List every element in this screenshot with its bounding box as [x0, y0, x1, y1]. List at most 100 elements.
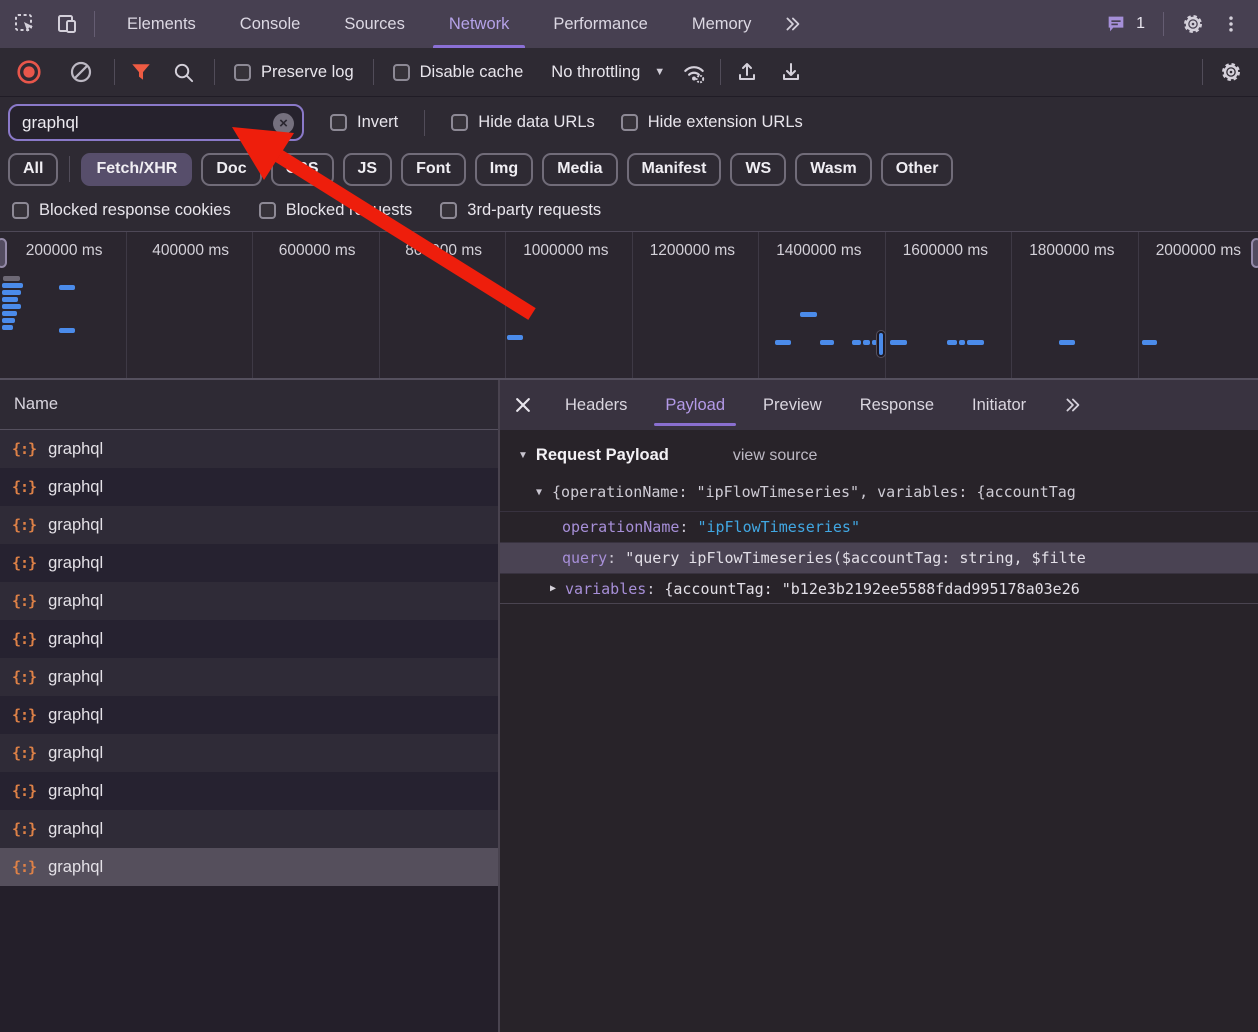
- filter-chip-media[interactable]: Media: [542, 153, 617, 186]
- invert-checkbox[interactable]: [330, 114, 347, 131]
- payload-row-variables[interactable]: ▶variables:{accountTag: "b12e3b2192ee558…: [500, 573, 1258, 604]
- payload-row-operationname[interactable]: operationName:"ipFlowTimeseries": [500, 511, 1258, 542]
- network-settings-gear-icon[interactable]: [1214, 55, 1248, 89]
- main-tab-console[interactable]: Console: [218, 0, 323, 48]
- filter-chip-doc[interactable]: Doc: [201, 153, 261, 186]
- json-braces-icon: {:}: [12, 782, 36, 800]
- hide-extension-urls-label[interactable]: Hide extension URLs: [648, 113, 803, 132]
- kebab-menu-icon[interactable]: [1214, 7, 1248, 41]
- request-row-4[interactable]: {:}graphql: [0, 582, 498, 620]
- request-row-8[interactable]: {:}graphql: [0, 734, 498, 772]
- timeline-tick-label: 1200000 ms: [633, 232, 760, 270]
- throttling-value: No throttling: [551, 63, 640, 82]
- disable-cache-label[interactable]: Disable cache: [420, 63, 524, 82]
- hide-data-urls-checkbox[interactable]: [451, 114, 468, 131]
- hide-data-urls-label[interactable]: Hide data URLs: [478, 113, 594, 132]
- toolbar-divider: [720, 59, 721, 85]
- request-name: graphql: [48, 858, 103, 877]
- timeline-left-handle[interactable]: [0, 238, 7, 268]
- throttling-dropdown[interactable]: No throttling ▼: [551, 63, 665, 82]
- timeline-bar: [967, 340, 984, 345]
- issues-count[interactable]: 1: [1136, 15, 1145, 33]
- request-row-10[interactable]: {:}graphql: [0, 810, 498, 848]
- detail-tab-payload[interactable]: Payload: [646, 380, 744, 430]
- timeline-tick-label: 600000 ms: [253, 232, 380, 270]
- blocked-response-cookies-checkbox[interactable]: [12, 202, 29, 219]
- disable-cache-checkbox[interactable]: [393, 64, 410, 81]
- 3rd-party-requests-checkbox[interactable]: [440, 202, 457, 219]
- filter-chip-manifest[interactable]: Manifest: [627, 153, 722, 186]
- request-type-chips: All Fetch/XHR Doc CSS JSFont Img Media Manifest…: [0, 148, 1258, 190]
- filter-chip-css[interactable]: CSS: [271, 153, 334, 186]
- timeline-selected-marker[interactable]: [877, 331, 885, 357]
- main-tab-performance[interactable]: Performance: [531, 0, 669, 48]
- payload-section-triangle-icon[interactable]: ▼: [518, 450, 528, 461]
- filter-chip-all[interactable]: All: [8, 153, 58, 186]
- main-tab-elements[interactable]: Elements: [105, 0, 218, 48]
- request-row-7[interactable]: {:}graphql: [0, 696, 498, 734]
- name-column-header[interactable]: Name: [0, 380, 498, 430]
- request-row-1[interactable]: {:}graphql: [0, 468, 498, 506]
- record-icon[interactable]: [12, 55, 46, 89]
- settings-gear-icon[interactable]: [1176, 7, 1210, 41]
- issues-message-icon[interactable]: [1102, 7, 1130, 41]
- filter-chip-ws[interactable]: WS: [730, 153, 786, 186]
- timeline-bar: [507, 335, 523, 340]
- hide-extension-urls-checkbox[interactable]: [621, 114, 638, 131]
- more-tabs-icon[interactable]: [775, 7, 809, 41]
- detail-tab-response[interactable]: Response: [841, 380, 953, 430]
- view-source-link[interactable]: view source: [733, 447, 817, 465]
- payload-colon: :: [679, 518, 688, 536]
- 3rd-party-requests-label[interactable]: 3rd-party requests: [467, 201, 601, 220]
- request-row-3[interactable]: {:}graphql: [0, 544, 498, 582]
- inspect-icon[interactable]: [8, 7, 42, 41]
- network-conditions-icon[interactable]: [677, 55, 711, 89]
- filter-chip-img[interactable]: Img: [475, 153, 533, 186]
- request-row-5[interactable]: {:}graphql: [0, 620, 498, 658]
- filter-input[interactable]: [22, 113, 266, 133]
- main-tab-network[interactable]: Network: [427, 0, 532, 48]
- timeline-right-handle[interactable]: [1251, 238, 1258, 268]
- blocked-requests-label[interactable]: Blocked requests: [286, 201, 413, 220]
- search-icon[interactable]: [166, 55, 200, 89]
- detail-tab-preview[interactable]: Preview: [744, 380, 841, 430]
- close-icon[interactable]: [500, 380, 546, 430]
- request-name: graphql: [48, 440, 103, 459]
- network-overview-timeline[interactable]: 200000 ms400000 ms600000 ms800000 ms1000…: [0, 232, 1258, 380]
- filter-chip-js[interactable]: JS: [343, 153, 393, 186]
- blocked-response-cookies-label[interactable]: Blocked response cookies: [39, 201, 231, 220]
- request-row-2[interactable]: {:}graphql: [0, 506, 498, 544]
- filter-chip-other[interactable]: Other: [881, 153, 954, 186]
- filter-chip-wasm[interactable]: Wasm: [795, 153, 872, 186]
- payload-row-query[interactable]: query:"query ipFlowTimeseries($accountTa…: [500, 542, 1258, 573]
- main-tab-memory[interactable]: Memory: [670, 0, 774, 48]
- payload-key: variables: [565, 580, 646, 598]
- request-name: graphql: [48, 630, 103, 649]
- device-toolbar-icon[interactable]: [50, 7, 84, 41]
- preserve-log-checkbox[interactable]: [234, 64, 251, 81]
- detail-tab-initiator[interactable]: Initiator: [953, 380, 1045, 430]
- main-tab-sources[interactable]: Sources: [322, 0, 427, 48]
- filter-input-wrap: ×: [8, 104, 304, 141]
- payload-summary-line[interactable]: ▼ {operationName: "ipFlowTimeseries", va…: [500, 475, 1258, 511]
- chevron-down-icon: ▼: [654, 66, 665, 78]
- request-row-6[interactable]: {:}graphql: [0, 658, 498, 696]
- clear-icon[interactable]: [64, 55, 98, 89]
- preserve-log-label[interactable]: Preserve log: [261, 63, 354, 82]
- invert-label[interactable]: Invert: [357, 113, 398, 132]
- summary-text: {operationName: "ipFlowTimeseries", vari…: [552, 483, 1076, 501]
- request-row-0[interactable]: {:}graphql: [0, 430, 498, 468]
- topbar-right-divider: [1163, 12, 1164, 36]
- filter-chip-fetch-xhr[interactable]: Fetch/XHR: [81, 153, 192, 186]
- detail-tab-headers[interactable]: Headers: [546, 380, 646, 430]
- export-har-icon[interactable]: [774, 55, 808, 89]
- blocked-requests-checkbox[interactable]: [259, 202, 276, 219]
- disclosure-triangle-icon[interactable]: ▶: [550, 583, 556, 594]
- request-row-9[interactable]: {:}graphql: [0, 772, 498, 810]
- filter-clear-icon[interactable]: ×: [273, 113, 294, 134]
- request-row-11[interactable]: {:}graphql: [0, 848, 498, 886]
- detail-more-tabs-icon[interactable]: [1055, 388, 1089, 422]
- filter-funnel-icon[interactable]: [124, 55, 158, 89]
- import-har-icon[interactable]: [730, 55, 764, 89]
- filter-chip-font[interactable]: Font: [401, 153, 466, 186]
